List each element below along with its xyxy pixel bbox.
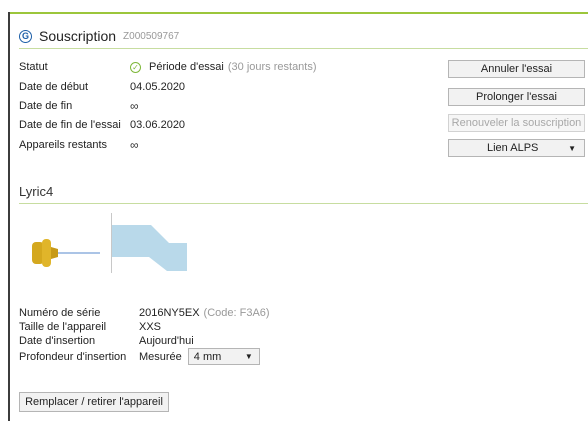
frame-top-accent (10, 12, 588, 14)
depth-mode: Mesurée (139, 350, 182, 363)
insertion-depth-label: Profondeur d'insertion (19, 351, 127, 363)
status-value: ✓ Période d'essai (30 jours restants) (130, 61, 317, 73)
insertion-date-value: Aujourd'hui (139, 335, 194, 347)
replace-remove-device-button[interactable]: Remplacer / retirer l'appareil (19, 392, 169, 412)
subscription-header: G Souscription Z000509767 (19, 28, 179, 44)
status-text: Période d'essai (149, 61, 224, 73)
cancel-trial-button[interactable]: Annuler l'essai (448, 60, 585, 78)
frame-left-border (8, 12, 10, 421)
device-divider (19, 203, 588, 204)
start-date-label: Date de début (19, 81, 89, 93)
alps-link-select[interactable]: Lien ALPS ▼ (448, 139, 585, 157)
device-size-label: Taille de l'appareil (19, 321, 107, 333)
serial-number-value: 2016NY5EX (Code: F3A6) (139, 307, 270, 319)
caret-down-icon: ▼ (568, 143, 576, 153)
page-title: Souscription (39, 28, 117, 44)
end-date-label: Date de fin (19, 100, 73, 112)
device-size-value: XXS (139, 321, 162, 333)
serial-code: (Code: F3A6) (203, 307, 270, 319)
canal-fit-diagram (111, 213, 187, 273)
caret-down-icon: ▼ (244, 352, 253, 361)
subscription-code: Z000509767 (123, 30, 180, 42)
status-label: Statut (19, 61, 48, 73)
remaining-devices-value: ∞ (130, 138, 139, 152)
remaining-devices-label: Appareils restants (19, 139, 108, 151)
extend-trial-button[interactable]: Prolonger l'essai (448, 88, 585, 106)
insertion-depth-value: Mesurée 4 mm ▼ (139, 348, 260, 365)
serial-number-label: Numéro de série (19, 307, 101, 319)
serial-number-text: 2016NY5EX (139, 307, 200, 319)
start-date-value: 04.05.2020 (130, 81, 186, 93)
check-circle-icon: ✓ (130, 61, 141, 73)
header-divider (19, 48, 588, 49)
depth-select-value: 4 mm (193, 350, 222, 363)
trial-end-value: 03.06.2020 (130, 119, 186, 131)
g-circle-icon: G (19, 29, 32, 43)
renew-subscription-button[interactable]: Renouveler la souscription (448, 114, 585, 132)
hearing-device-image (32, 239, 100, 267)
alps-link-label: Lien ALPS (487, 142, 539, 154)
insertion-date-label: Date d'insertion (19, 335, 96, 347)
trial-end-label: Date de fin de l'essai (19, 119, 121, 131)
device-section-title: Lyric4 (19, 184, 54, 199)
status-note: (30 jours restants) (227, 61, 317, 73)
end-date-value: ∞ (130, 99, 139, 113)
depth-select[interactable]: 4 mm ▼ (187, 348, 260, 365)
